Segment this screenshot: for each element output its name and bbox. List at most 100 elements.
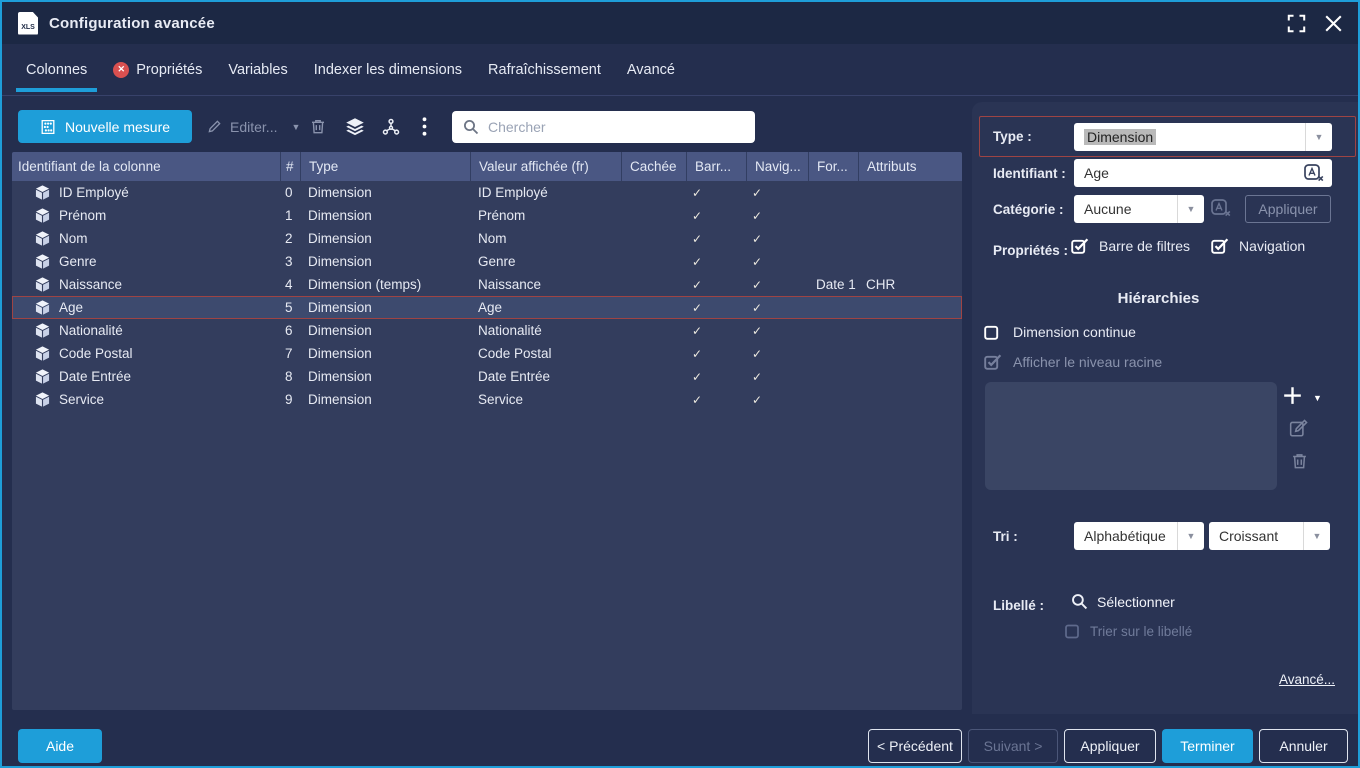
column-header[interactable]: Barr... xyxy=(686,152,746,181)
table-cell: 3 xyxy=(280,250,300,273)
kebab-menu-icon[interactable] xyxy=(422,110,427,143)
column-header[interactable]: Valeur affichée (fr) xyxy=(470,152,621,181)
title-bar: XLS Configuration avancée xyxy=(2,2,1358,44)
table-cell: Dimension xyxy=(300,319,470,342)
network-button[interactable] xyxy=(382,110,400,143)
tab-colonnes[interactable]: Colonnes xyxy=(16,44,97,95)
translate-icon[interactable] xyxy=(1304,164,1325,182)
edit-dropdown-arrow-icon: ▼ xyxy=(291,122,300,132)
table-cell: Dimension xyxy=(300,388,470,411)
table-row[interactable]: Service9DimensionService✓✓ xyxy=(12,388,962,411)
table-row[interactable]: Genre3DimensionGenre✓✓ xyxy=(12,250,962,273)
table-cell xyxy=(621,388,686,411)
column-header[interactable]: # xyxy=(280,152,300,181)
filter-bar-checkbox[interactable] xyxy=(1071,238,1090,254)
table-cell: Dimension xyxy=(300,365,470,388)
table-cell xyxy=(621,273,686,296)
table-cell: ✓ xyxy=(746,388,808,411)
category-dropdown[interactable]: Aucune ▼ xyxy=(1074,195,1204,223)
type-dropdown[interactable]: Dimension ▼ xyxy=(1074,123,1332,151)
xls-file-icon: XLS xyxy=(18,12,38,35)
table-cell: ✓ xyxy=(746,365,808,388)
table-cell: 0 xyxy=(280,181,300,204)
column-header[interactable]: Attributs xyxy=(858,152,962,181)
layers-button[interactable] xyxy=(345,110,365,143)
column-identifier-cell: Date Entrée xyxy=(12,365,280,388)
table-cell: ✓ xyxy=(686,388,746,411)
column-identifier-cell: Naissance xyxy=(12,273,280,296)
add-hierarchy-button[interactable] xyxy=(1283,386,1302,405)
filter-bar-label: Barre de filtres xyxy=(1099,238,1190,254)
tab-label: Propriétés xyxy=(136,62,202,78)
tab-propri-t-s[interactable]: ✕Propriétés xyxy=(103,44,212,95)
table-row[interactable]: Age5DimensionAge✓✓ xyxy=(12,296,962,319)
table-cell xyxy=(858,388,962,411)
finish-button[interactable]: Terminer xyxy=(1162,729,1253,763)
table-row[interactable]: ID Employé0DimensionID Employé✓✓ xyxy=(12,181,962,204)
table-row[interactable]: Prénom1DimensionPrénom✓✓ xyxy=(12,204,962,227)
table-row[interactable]: Naissance4Dimension (temps)Naissance✓✓Da… xyxy=(12,273,962,296)
column-identifier-cell: Service xyxy=(12,388,280,411)
table-cell: 7 xyxy=(280,342,300,365)
table-cell xyxy=(808,250,858,273)
column-header[interactable]: Type xyxy=(300,152,470,181)
previous-button[interactable]: < Précédent xyxy=(868,729,962,763)
close-icon[interactable] xyxy=(1325,15,1342,32)
table-row[interactable]: Date Entrée8DimensionDate Entrée✓✓ xyxy=(12,365,962,388)
column-header[interactable]: Cachée xyxy=(621,152,686,181)
select-caption-button[interactable]: Sélectionner xyxy=(1071,593,1175,610)
delete-column-button xyxy=(310,110,326,143)
sort-on-caption-checkbox: Trier sur le libellé xyxy=(1065,624,1192,639)
search-input[interactable] xyxy=(488,119,744,135)
show-root-level-checkbox: Afficher le niveau racine xyxy=(984,354,1162,370)
add-hierarchy-dropdown-arrow-icon[interactable]: ▼ xyxy=(1313,393,1322,403)
table-cell xyxy=(808,204,858,227)
hierarchies-list[interactable] xyxy=(985,382,1277,490)
apply-button[interactable]: Appliquer xyxy=(1064,729,1156,763)
table-cell: Dimension (temps) xyxy=(300,273,470,296)
table-row[interactable]: Nom2DimensionNom✓✓ xyxy=(12,227,962,250)
column-header[interactable]: Identifiant de la colonne xyxy=(12,152,280,181)
table-body: ID Employé0DimensionID Employé✓✓Prénom1D… xyxy=(12,181,962,411)
new-measure-button[interactable]: Nouvelle mesure xyxy=(18,110,192,143)
continuous-dimension-checkbox[interactable]: Dimension continue xyxy=(984,324,1136,340)
table-cell: Dimension xyxy=(300,296,470,319)
advanced-link[interactable]: Avancé... xyxy=(1279,672,1335,687)
table-cell xyxy=(621,342,686,365)
help-button[interactable]: Aide xyxy=(18,729,102,763)
type-value: Dimension xyxy=(1084,129,1156,145)
tab-rafra-chissement[interactable]: Rafraîchissement xyxy=(478,44,611,95)
identifier-field xyxy=(1074,159,1332,187)
sort-on-caption-label: Trier sur le libellé xyxy=(1090,624,1192,639)
category-label: Catégorie : xyxy=(993,202,1064,217)
maximize-icon[interactable] xyxy=(1287,14,1306,33)
table-cell: Nationalité xyxy=(470,319,621,342)
identifier-label: Identifiant : xyxy=(993,166,1066,181)
table-cell: 6 xyxy=(280,319,300,342)
table-cell: 2 xyxy=(280,227,300,250)
translate-category-icon xyxy=(1211,199,1232,217)
table-row[interactable]: Code Postal7DimensionCode Postal✓✓ xyxy=(12,342,962,365)
table-cell: ✓ xyxy=(686,273,746,296)
column-header[interactable]: For... xyxy=(808,152,858,181)
column-identifier-cell: Nationalité xyxy=(12,319,280,342)
sort-order-dropdown[interactable]: Croissant ▼ xyxy=(1209,522,1330,550)
table-row[interactable]: Nationalité6DimensionNationalité✓✓ xyxy=(12,319,962,342)
table-cell: ✓ xyxy=(686,319,746,342)
cube-icon xyxy=(35,369,50,384)
table-cell: Service xyxy=(470,388,621,411)
tab-variables[interactable]: Variables xyxy=(218,44,297,95)
sort-label: Tri : xyxy=(993,529,1018,544)
table-cell: ✓ xyxy=(746,273,808,296)
sort-mode-dropdown[interactable]: Alphabétique ▼ xyxy=(1074,522,1204,550)
identifier-input[interactable] xyxy=(1074,165,1274,181)
tab-indexer-les-dimensions[interactable]: Indexer les dimensions xyxy=(304,44,472,95)
checkbox-checked-disabled-icon xyxy=(984,354,1003,370)
navigation-checkbox[interactable] xyxy=(1211,238,1230,254)
table-cell: ✓ xyxy=(686,365,746,388)
table-cell: Dimension xyxy=(300,342,470,365)
table-cell: Genre xyxy=(470,250,621,273)
tab-avanc-[interactable]: Avancé xyxy=(617,44,685,95)
cancel-button[interactable]: Annuler xyxy=(1259,729,1348,763)
column-header[interactable]: Navig... xyxy=(746,152,808,181)
